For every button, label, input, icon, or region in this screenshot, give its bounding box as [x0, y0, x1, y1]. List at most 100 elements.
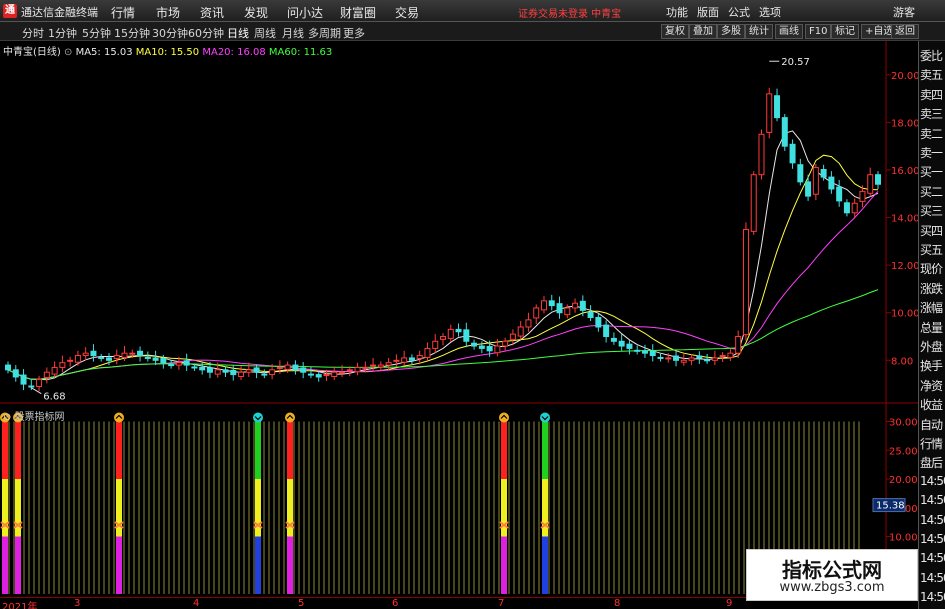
quote-sidebar: 委比 卖五 卖四 卖三 卖二 卖一 买一 买二 买三 买四 买五 现价 涨跌 涨幅 总量 外盘 换手 净资 收益 自动… [918, 41, 945, 609]
signal-band [116, 421, 122, 479]
candle [517, 326, 524, 337]
ma60-label: MA60: 11.63 [268, 47, 333, 58]
sidebar-item[interactable]: 14:50 [920, 513, 945, 527]
indicator-name: 股票指标网 [14, 412, 65, 423]
stock-title: 中青宝(日线) [3, 47, 61, 58]
menu-wealth-circle[interactable]: 财富圈 [340, 4, 376, 21]
menu-options[interactable]: 选项 [759, 4, 781, 20]
period-30min[interactable]: 30分钟 [152, 25, 188, 41]
candle [401, 357, 408, 363]
indicator-icon[interactable]: ⊙ [3, 412, 15, 423]
adjust-price-button[interactable]: 复权 [661, 24, 689, 39]
candle [789, 143, 796, 164]
candle [346, 369, 353, 372]
period-more[interactable]: 更多 [343, 25, 365, 41]
price-label: 18.00 [891, 118, 918, 129]
kline-chart[interactable]: 20.00 18.00 16.00 14.00 12.00 10.00 8.00 20.57… [0, 41, 918, 404]
gear-icon[interactable]: ⊙ [64, 47, 72, 58]
menu-quotes[interactable]: 行情 [111, 4, 135, 21]
sidebar-item: 买二 [920, 184, 943, 199]
signal-band [542, 479, 548, 537]
overlay-button[interactable]: 叠加 [689, 24, 717, 39]
app-logo-icon: 通 [3, 4, 17, 18]
sidebar-item[interactable]: 14:50 [920, 474, 945, 488]
price-label: 14.00 [891, 214, 918, 225]
mark-button[interactable]: 标记 [831, 24, 859, 39]
candle [657, 356, 664, 359]
candle [74, 355, 81, 363]
candle [253, 367, 260, 373]
sidebar-item[interactable]: 盘后 [920, 454, 943, 471]
candle [222, 369, 229, 373]
menu-formula[interactable]: 公式 [728, 4, 750, 20]
candle [805, 181, 812, 197]
menu-trade[interactable]: 交易 [395, 4, 419, 21]
candle [525, 319, 532, 328]
menu-layout[interactable]: 版面 [697, 4, 719, 20]
sidebar-item: 卖五 [920, 68, 943, 83]
period-60min[interactable]: 60分钟 [188, 25, 224, 41]
draw-line-button[interactable]: 画线 [775, 24, 803, 39]
back-button[interactable]: 返回 [891, 24, 919, 39]
menu-discover[interactable]: 发现 [244, 4, 268, 21]
sidebar-item: 卖二 [920, 126, 943, 141]
sidebar-item: 委比 [920, 49, 943, 63]
candle [183, 360, 190, 366]
period-daily[interactable]: 日线 [227, 25, 249, 41]
sidebar-item[interactable]: 自动 [920, 416, 943, 433]
date-label: 4 [193, 598, 200, 609]
menu-assistant[interactable]: 问小达 [287, 4, 323, 21]
period-weekly[interactable]: 周线 [254, 25, 276, 41]
period-intraday[interactable]: 分时 [22, 25, 44, 41]
sidebar-item[interactable]: 14:50 [920, 493, 945, 507]
sidebar-item[interactable]: 行情 [920, 435, 943, 452]
sidebar-item[interactable]: 14:50 [920, 571, 945, 585]
candle [105, 357, 112, 361]
price-label: 16.00 [891, 166, 918, 177]
menu-news[interactable]: 资讯 [200, 4, 224, 21]
high-annotation: 20.57 [781, 57, 810, 68]
candle [758, 133, 765, 176]
sidebar-item[interactable]: 14:50 [920, 551, 945, 565]
candle [385, 362, 392, 366]
period-1min[interactable]: 1分钟 [48, 25, 77, 41]
period-monthly[interactable]: 月线 [282, 25, 304, 41]
signal-band [2, 421, 8, 479]
menu-market[interactable]: 市场 [156, 4, 180, 21]
date-label: 2021年 [2, 602, 38, 609]
sidebar-item: 净资 [920, 378, 943, 393]
candle [533, 307, 540, 319]
signal-band [542, 421, 548, 479]
sidebar-item[interactable]: 14:50 [920, 532, 945, 546]
signal-band [15, 479, 21, 537]
sidebar-item[interactable]: 14:50 [920, 590, 945, 604]
broker-login-status[interactable]: 证券交易未登录 中青宝 [518, 5, 621, 20]
period-5min[interactable]: 5分钟 [82, 25, 111, 41]
sidebar-item: 买三 [920, 204, 943, 219]
candle [548, 300, 555, 307]
sidebar-item: 收益 [920, 398, 943, 413]
guest-account[interactable]: 游客 [893, 4, 915, 20]
multi-stock-button[interactable]: 多股 [717, 24, 745, 39]
candle [28, 385, 35, 388]
candle [867, 174, 874, 194]
candle [191, 366, 198, 369]
statistics-button[interactable]: 统计 [745, 24, 773, 39]
candle [206, 367, 213, 373]
signal-band [255, 536, 261, 594]
period-15min[interactable]: 15分钟 [114, 25, 150, 41]
candle [447, 328, 454, 339]
sidebar-item: 买四 [920, 223, 943, 238]
sidebar-item: 买一 [920, 165, 943, 180]
period-multi[interactable]: 多周期 [308, 25, 341, 41]
candle [478, 345, 485, 349]
f10-button[interactable]: F10 [805, 24, 832, 39]
menu-functions[interactable]: 功能 [666, 4, 688, 20]
signal-band [15, 421, 21, 479]
candle [300, 367, 307, 373]
candle [750, 174, 757, 232]
sidebar-item: 涨幅 [920, 301, 943, 316]
candle [284, 364, 291, 370]
candle [238, 371, 245, 377]
price-label: 20.00 [891, 71, 918, 82]
